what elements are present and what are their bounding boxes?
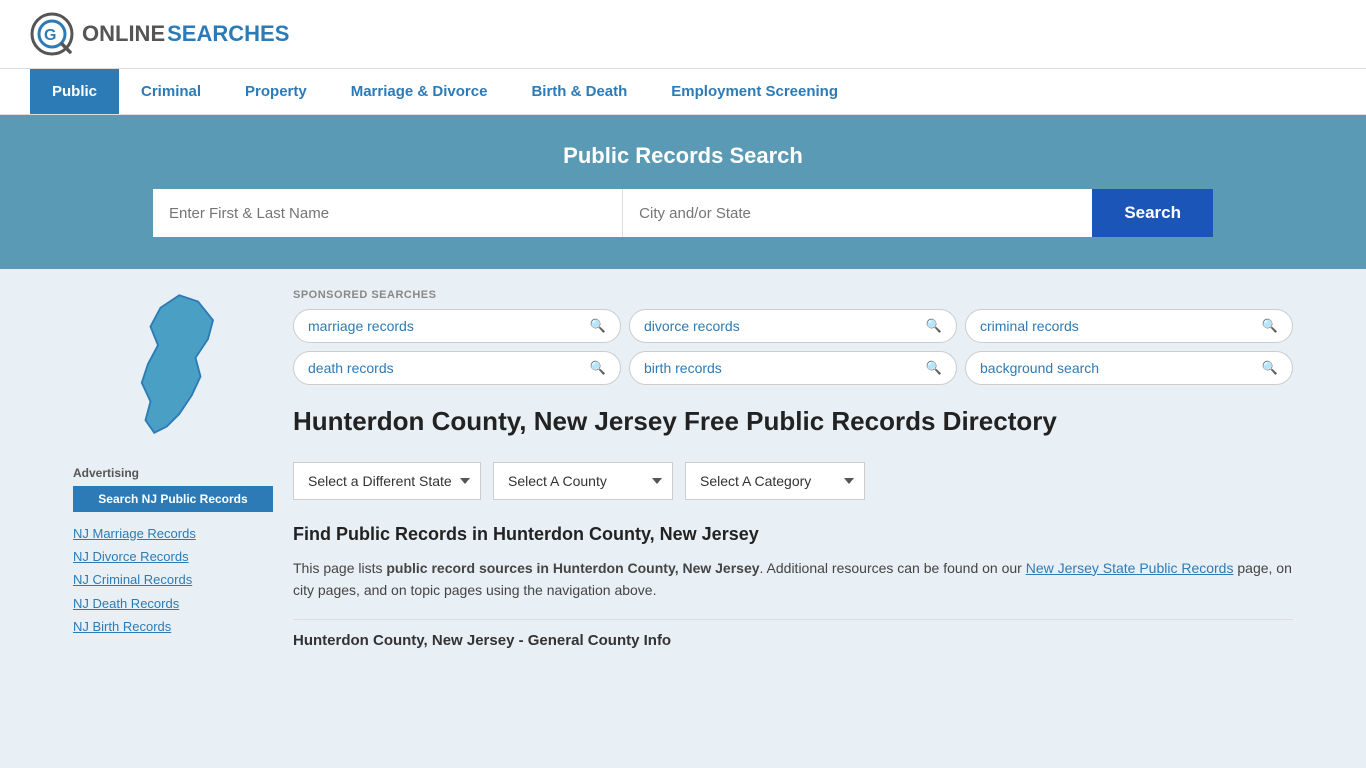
- sponsored-pill-background[interactable]: background search 🔍: [965, 351, 1293, 385]
- sponsored-criminal-text: criminal records: [980, 318, 1079, 334]
- find-text-before: This page lists: [293, 560, 386, 576]
- nav-item-birth-death[interactable]: Birth & Death: [509, 69, 649, 114]
- page-heading-text: Hunterdon County, New Jersey Free Public…: [293, 405, 1057, 438]
- logo[interactable]: G ONLINE SEARCHES: [30, 12, 289, 56]
- sidebar-link-criminal[interactable]: NJ Criminal Records: [73, 568, 273, 591]
- sponsored-pill-birth[interactable]: birth records 🔍: [629, 351, 957, 385]
- find-records-heading: Find Public Records in Hunterdon County,…: [293, 524, 1293, 545]
- sponsored-search-icon-0: 🔍: [590, 318, 606, 334]
- hero-title: Public Records Search: [30, 143, 1336, 169]
- find-records-text: This page lists public record sources in…: [293, 557, 1293, 602]
- main-nav: Public Criminal Property Marriage & Divo…: [0, 69, 1366, 115]
- header: G ONLINE SEARCHES: [0, 0, 1366, 69]
- sponsored-search-icon-3: 🔍: [590, 360, 606, 376]
- search-button[interactable]: Search: [1092, 189, 1213, 237]
- search-bar: Search: [153, 189, 1213, 237]
- nav-item-criminal[interactable]: Criminal: [119, 69, 223, 114]
- sponsored-search-icon-2: 🔍: [1262, 318, 1278, 334]
- sidebar-ad-button[interactable]: Search NJ Public Records: [73, 486, 273, 512]
- sidebar-link-marriage[interactable]: NJ Marriage Records: [73, 522, 273, 545]
- sponsored-marriage-text: marriage records: [308, 318, 414, 334]
- logo-text: ONLINE SEARCHES: [82, 21, 289, 47]
- sponsored-pill-marriage[interactable]: marriage records 🔍: [293, 309, 621, 343]
- sidebar-link-birth[interactable]: NJ Birth Records: [73, 615, 273, 638]
- find-records-link[interactable]: New Jersey State Public Records: [1026, 560, 1234, 576]
- sponsored-pill-death[interactable]: death records 🔍: [293, 351, 621, 385]
- nj-map-icon: [123, 289, 223, 452]
- logo-icon: G: [30, 12, 74, 56]
- page-title: Hunterdon County, New Jersey Free Public…: [293, 405, 1057, 438]
- sponsored-pill-criminal[interactable]: criminal records 🔍: [965, 309, 1293, 343]
- name-input[interactable]: [153, 189, 623, 237]
- main-container: Advertising Search NJ Public Records NJ …: [63, 269, 1303, 669]
- sponsored-search-icon-1: 🔍: [926, 318, 942, 334]
- sponsored-death-text: death records: [308, 360, 394, 376]
- category-dropdown[interactable]: Select A Category: [685, 462, 865, 500]
- sponsored-search-icon-4: 🔍: [926, 360, 942, 376]
- sponsored-pill-divorce[interactable]: divorce records 🔍: [629, 309, 957, 343]
- sponsored-grid: marriage records 🔍 divorce records 🔍 cri…: [293, 309, 1293, 385]
- nav-item-property[interactable]: Property: [223, 69, 329, 114]
- sidebar: Advertising Search NJ Public Records NJ …: [73, 289, 273, 649]
- sponsored-label: SPONSORED SEARCHES: [293, 289, 1293, 301]
- find-text-bold: public record sources in Hunterdon Count…: [386, 560, 759, 576]
- sponsored-search-icon-5: 🔍: [1262, 360, 1278, 376]
- state-dropdown[interactable]: Select a Different State: [293, 462, 481, 500]
- dropdowns-row: Select a Different State Select A County…: [293, 462, 1293, 500]
- svg-text:G: G: [44, 27, 56, 44]
- sponsored-divorce-text: divorce records: [644, 318, 740, 334]
- logo-searches-text: SEARCHES: [167, 21, 289, 47]
- content-area: SPONSORED SEARCHES marriage records 🔍 di…: [293, 289, 1293, 649]
- nav-item-public[interactable]: Public: [30, 69, 119, 114]
- nav-item-marriage-divorce[interactable]: Marriage & Divorce: [329, 69, 510, 114]
- sidebar-advertising-label: Advertising: [73, 466, 273, 480]
- logo-online-text: ONLINE: [82, 21, 165, 47]
- hero-banner: Public Records Search Search: [0, 115, 1366, 269]
- sponsored-birth-text: birth records: [644, 360, 722, 376]
- location-input[interactable]: [623, 189, 1092, 237]
- sponsored-background-text: background search: [980, 360, 1099, 376]
- nav-item-employment[interactable]: Employment Screening: [649, 69, 860, 114]
- section-bottom-heading: Hunterdon County, New Jersey - General C…: [293, 619, 1293, 649]
- sidebar-link-death[interactable]: NJ Death Records: [73, 592, 273, 615]
- sidebar-link-divorce[interactable]: NJ Divorce Records: [73, 545, 273, 568]
- page-heading-area: Hunterdon County, New Jersey Free Public…: [293, 405, 1293, 438]
- find-text-after: . Additional resources can be found on o…: [760, 560, 1026, 576]
- county-dropdown[interactable]: Select A County: [493, 462, 673, 500]
